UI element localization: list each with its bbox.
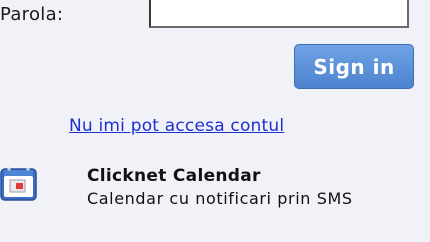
- login-panel: Parola: Sign in Nu imi pot accesa contul…: [0, 0, 430, 242]
- promo-subtitle: Calendar cu notificari prin SMS: [87, 189, 353, 208]
- password-label: Parola:: [0, 4, 64, 25]
- sign-in-button[interactable]: Sign in: [294, 44, 414, 89]
- promo-title[interactable]: Clicknet Calendar: [87, 166, 261, 186]
- account-recovery-link[interactable]: Nu imi pot accesa contul: [69, 116, 284, 136]
- calendar-icon[interactable]: [0, 166, 38, 202]
- password-field[interactable]: [149, 0, 409, 28]
